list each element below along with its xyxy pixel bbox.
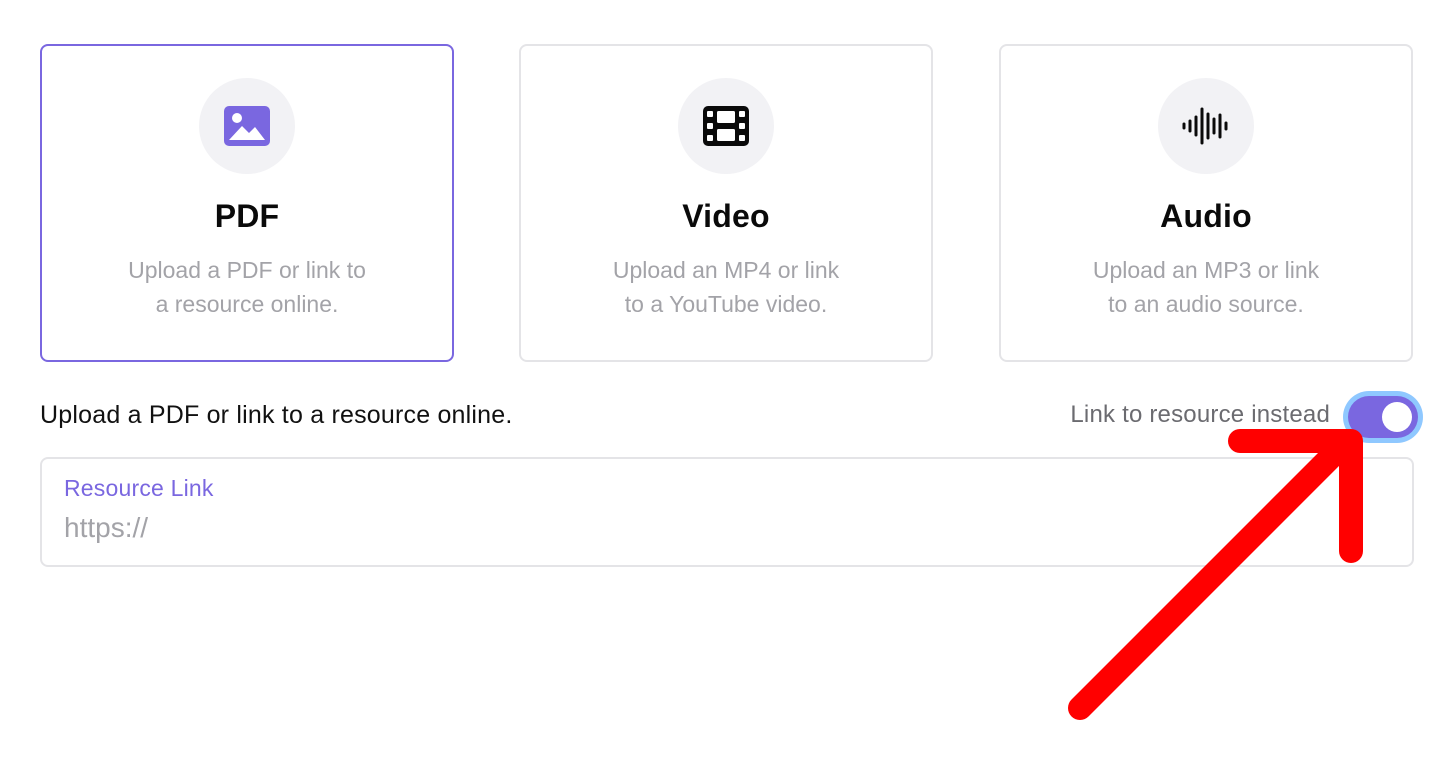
video-desc-line2: to a YouTube video. bbox=[624, 291, 828, 317]
pdf-desc-line2: a resource online. bbox=[155, 291, 339, 317]
audio-option-title: Audio bbox=[1160, 198, 1252, 234]
pdf-option-card[interactable]: PDF Upload a PDF or link to a resource o… bbox=[40, 44, 454, 362]
resource-link-label: Resource Link bbox=[64, 475, 214, 501]
page: PDF Upload a PDF or link to a resource o… bbox=[0, 0, 1454, 768]
resource-link-field[interactable]: Resource Link bbox=[40, 457, 1414, 567]
audio-waveform-icon bbox=[1182, 107, 1228, 145]
video-option-title: Video bbox=[682, 198, 770, 234]
video-icon-circle bbox=[678, 78, 774, 174]
toggle-knob bbox=[1382, 402, 1412, 432]
audio-option-description: Upload an MP3 or link to an audio source… bbox=[1061, 253, 1351, 321]
pdf-icon-circle bbox=[199, 78, 295, 174]
pdf-desc-line1: Upload a PDF or link to bbox=[128, 257, 366, 283]
pdf-option-description: Upload a PDF or link to a resource onlin… bbox=[102, 253, 392, 321]
video-option-description: Upload an MP4 or link to a YouTube video… bbox=[581, 253, 871, 321]
resource-link-input[interactable] bbox=[64, 507, 1384, 549]
image-icon bbox=[224, 106, 270, 146]
audio-icon-circle bbox=[1158, 78, 1254, 174]
link-resource-toggle[interactable] bbox=[1343, 391, 1423, 443]
film-icon bbox=[703, 106, 749, 146]
pdf-option-title: PDF bbox=[214, 198, 280, 234]
upload-heading: Upload a PDF or link to a resource onlin… bbox=[40, 401, 513, 429]
toggle-track bbox=[1348, 396, 1418, 438]
audio-desc-line2: to an audio source. bbox=[1108, 291, 1304, 317]
link-toggle-label: Link to resource instead bbox=[1070, 401, 1330, 428]
video-option-card[interactable]: Video Upload an MP4 or link to a YouTube… bbox=[519, 44, 933, 362]
video-desc-line1: Upload an MP4 or link bbox=[612, 257, 840, 283]
audio-desc-line1: Upload an MP3 or link bbox=[1092, 257, 1320, 283]
audio-option-card[interactable]: Audio Upload an MP3 or link to an audio … bbox=[999, 44, 1413, 362]
